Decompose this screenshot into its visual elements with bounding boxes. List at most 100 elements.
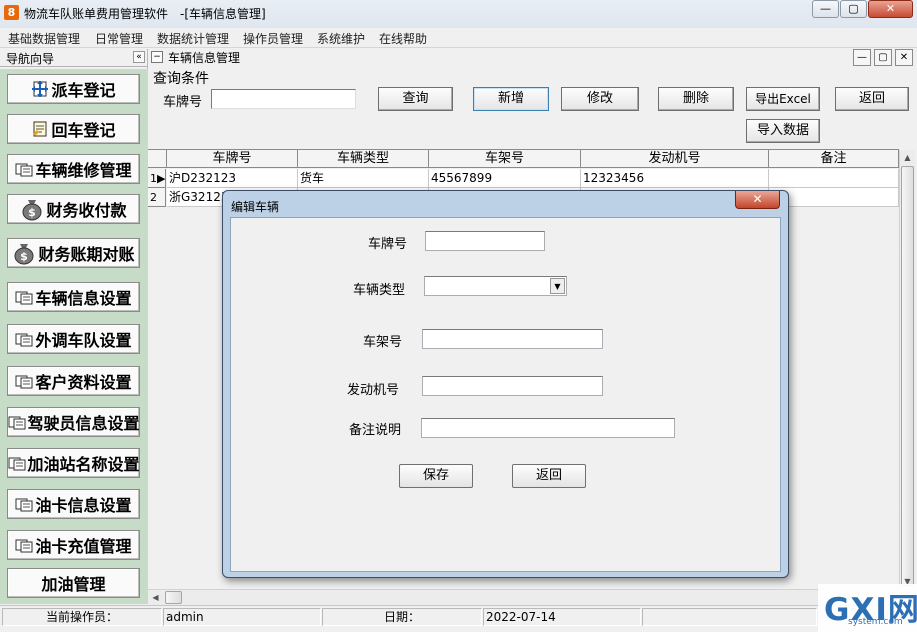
nav-item-refuel[interactable]: 加油管理 — [7, 568, 140, 598]
menu-basic-data[interactable]: 基础数据管理 — [8, 30, 80, 47]
edit-vehicle-dialog: 编辑车辆 ✕ 车牌号 车辆类型 ▼ 车架号 发动机号 备注说明 保存 返回 — [222, 190, 789, 578]
grid-header-plate[interactable]: 车牌号 — [167, 150, 298, 168]
form-icon — [8, 413, 26, 431]
menu-help[interactable]: 在线帮助 — [379, 30, 427, 47]
nav-item-dispatch[interactable]: 派车登记 — [7, 74, 140, 104]
nav-item-label: 油卡充值管理 — [35, 537, 132, 556]
dialog-plate-label: 车牌号 — [368, 237, 408, 252]
form-icon — [8, 454, 26, 472]
svg-text:$: $ — [29, 206, 37, 219]
dialog-save-button[interactable]: 保存 — [399, 464, 473, 488]
nav-item-driver-info[interactable]: 驾驶员信息设置 — [7, 407, 140, 437]
nav-item-vehicle-info[interactable]: 车辆信息设置 — [7, 282, 140, 312]
dialog-back-button[interactable]: 返回 — [512, 464, 586, 488]
nav-item-label: 派车登记 — [51, 81, 116, 100]
watermark-domain: system.com — [848, 617, 903, 627]
back-button[interactable]: 返回 — [835, 87, 909, 111]
nav-item-fuel-card-recharge[interactable]: 油卡充值管理 — [7, 530, 140, 560]
dialog-plate-input[interactable] — [425, 231, 545, 251]
child-window-title: 车辆信息管理 — [168, 51, 241, 65]
cell-frame[interactable]: 45567899 — [429, 169, 581, 188]
chevron-down-icon[interactable]: ▼ — [550, 278, 565, 294]
menu-system[interactable]: 系统维护 — [317, 30, 365, 47]
row-header[interactable]: 1▶ — [148, 169, 166, 188]
nav-item-label: 财务收付款 — [46, 201, 127, 220]
scroll-left-icon[interactable]: ◀ — [148, 590, 163, 605]
horizontal-scroll-thumb[interactable] — [165, 591, 182, 604]
cell-type[interactable]: 货车 — [298, 169, 429, 188]
watermark-logo: GXI网 system.com — [818, 584, 917, 632]
dialog-type-label: 车辆类型 — [353, 283, 406, 298]
add-button[interactable]: 新增 — [473, 87, 549, 111]
child-close-button[interactable]: ✕ — [895, 49, 913, 66]
vertical-scroll-thumb[interactable] — [901, 166, 914, 586]
form-icon — [15, 288, 33, 306]
cell-remark[interactable] — [769, 169, 899, 188]
import-data-button[interactable]: 导入数据 — [746, 119, 820, 143]
grid-header-type[interactable]: 车辆类型 — [298, 150, 429, 168]
nav-item-label: 加油站名称设置 — [27, 455, 140, 474]
nav-list: 派车登记 回车登记 车辆维修管理 $ 财务收付款 $ 财务账期对账 车辆信息设置 — [0, 69, 148, 604]
app-icon: 8 — [4, 5, 19, 20]
nav-item-finance-reconcile[interactable]: $ 财务账期对账 — [7, 238, 140, 268]
grid-header-frame[interactable]: 车架号 — [429, 150, 581, 168]
dialog-engine-label: 发动机号 — [347, 383, 400, 398]
svg-text:$: $ — [21, 250, 29, 263]
nav-item-gas-station[interactable]: 加油站名称设置 — [7, 448, 140, 478]
nav-item-customer-info[interactable]: 客户资料设置 — [7, 366, 140, 396]
nav-item-finance-payments[interactable]: $ 财务收付款 — [7, 194, 140, 224]
cell-engine[interactable]: 12323456 — [581, 169, 769, 188]
status-empty-cell — [642, 608, 817, 626]
dialog-remark-label: 备注说明 — [349, 423, 402, 438]
dialog-frame-label: 车架号 — [363, 335, 403, 350]
minimize-button[interactable]: — — [812, 0, 839, 18]
query-button[interactable]: 查询 — [378, 87, 453, 111]
nav-item-label: 回车登记 — [51, 121, 116, 140]
window-title: 物流车队账单费用管理软件 -[车辆信息管理] — [24, 7, 266, 21]
nav-item-label: 财务账期对账 — [38, 245, 135, 264]
delete-button[interactable]: 删除 — [658, 87, 734, 111]
nav-title: 导航向导 — [6, 52, 55, 66]
close-button[interactable]: ✕ — [868, 0, 913, 18]
nav-panel: 导航向导 « 派车登记 回车登记 车辆维修管理 $ 财务收付款 $ 财务账期对账… — [0, 49, 148, 604]
nav-item-external-fleet[interactable]: 外调车队设置 — [7, 324, 140, 354]
menu-daily[interactable]: 日常管理 — [95, 30, 143, 47]
table-row[interactable]: 1▶ 沪D232123 货车 45567899 12323456 — [148, 169, 899, 188]
plate-search-input[interactable] — [211, 89, 356, 109]
dialog-remark-input[interactable] — [421, 418, 675, 438]
child-maximize-button[interactable]: ▢ — [874, 49, 892, 66]
dialog-close-button[interactable]: ✕ — [735, 191, 780, 209]
child-minimize-button[interactable]: — — [853, 49, 871, 66]
dialog-type-select[interactable]: ▼ — [424, 276, 567, 296]
vertical-scrollbar[interactable]: ▲ ▼ — [899, 150, 915, 589]
grid-corner — [148, 150, 167, 168]
child-system-menu-icon[interactable]: − — [151, 51, 163, 63]
form-icon — [15, 372, 33, 390]
dispatch-icon — [31, 80, 49, 98]
nav-item-fuel-card-info[interactable]: 油卡信息设置 — [7, 489, 140, 519]
nav-item-vehicle-repair[interactable]: 车辆维修管理 — [7, 154, 140, 184]
dialog-engine-input[interactable] — [422, 376, 603, 396]
nav-item-label: 驾驶员信息设置 — [27, 414, 140, 433]
money-bag-icon: $ — [20, 197, 44, 221]
cell-plate[interactable]: 沪D232123 — [167, 169, 298, 188]
maximize-button[interactable]: ▢ — [840, 0, 867, 18]
nav-item-label: 客户资料设置 — [35, 373, 132, 392]
dialog-frame-input[interactable] — [422, 329, 603, 349]
edit-button[interactable]: 修改 — [561, 87, 639, 111]
row-header[interactable]: 2 — [148, 188, 166, 207]
horizontal-scrollbar[interactable]: ◀ — [148, 589, 899, 605]
return-icon — [31, 120, 49, 138]
scroll-up-icon[interactable]: ▲ — [900, 150, 915, 165]
grid-header-remark[interactable]: 备注 — [769, 150, 899, 168]
menu-operators[interactable]: 操作员管理 — [243, 30, 303, 47]
nav-item-label: 车辆信息设置 — [35, 289, 132, 308]
menu-statistics[interactable]: 数据统计管理 — [157, 30, 229, 47]
nav-collapse-button[interactable]: « — [133, 51, 145, 63]
grid-header-engine[interactable]: 发动机号 — [581, 150, 769, 168]
nav-item-return[interactable]: 回车登记 — [7, 114, 140, 144]
nav-item-label: 油卡信息设置 — [35, 496, 132, 515]
money-bag-icon: $ — [12, 241, 36, 265]
nav-item-label: 车辆维修管理 — [35, 161, 132, 180]
export-excel-button[interactable]: 导出Excel — [746, 87, 820, 111]
